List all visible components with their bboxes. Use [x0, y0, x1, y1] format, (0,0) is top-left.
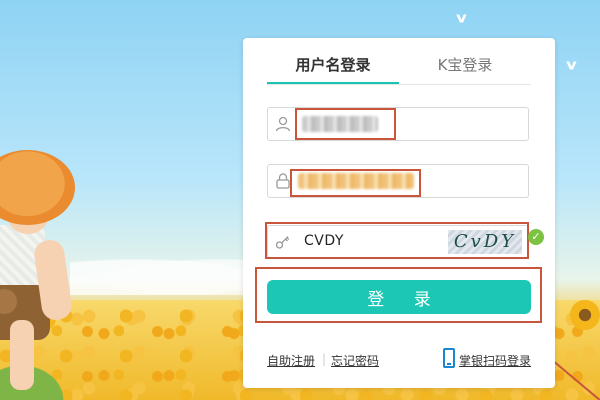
check-icon: ✓ — [528, 229, 544, 245]
girl-leg — [10, 320, 34, 390]
sunflower-icon — [570, 300, 600, 330]
forgot-password-link[interactable]: 忘记密码 — [331, 352, 379, 369]
login-tabs: 用户名登录 K宝登录 — [267, 54, 531, 85]
login-card: 用户名登录 K宝登录 CVDY CvDY ✓ 登 录 自助注册 | 忘记密码 掌… — [243, 38, 555, 388]
straw-hat — [0, 150, 75, 225]
annotation-box-captcha — [265, 222, 529, 259]
tabs-divider — [267, 84, 531, 85]
tab-kbao-login[interactable]: K宝登录 — [399, 54, 531, 84]
scan-login-link[interactable]: 掌银扫码登录 — [459, 352, 531, 369]
annotation-box-username — [295, 108, 396, 140]
footer-separator: | — [322, 352, 327, 366]
bird-icon: ᵛ — [455, 8, 469, 38]
bird-icon: ᵛ — [565, 55, 579, 85]
annotation-box-password — [290, 169, 421, 197]
register-link[interactable]: 自助注册 — [267, 352, 315, 369]
annotation-box-login-button — [255, 267, 542, 323]
login-footer: 自助注册 | 忘记密码 掌银扫码登录 — [267, 348, 531, 370]
phone-icon — [443, 348, 455, 368]
user-icon — [275, 116, 291, 132]
tab-username-login[interactable]: 用户名登录 — [267, 54, 399, 85]
